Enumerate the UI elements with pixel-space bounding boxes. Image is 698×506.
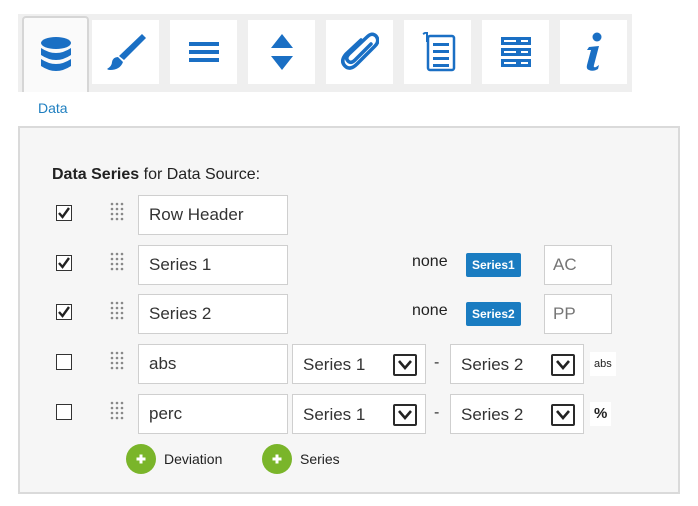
none-label: none bbox=[412, 302, 448, 319]
paperclip-icon bbox=[340, 32, 379, 70]
active-tab-label: Data bbox=[38, 100, 68, 116]
menu-lines-icon bbox=[188, 42, 219, 62]
dropdown-arrow[interactable] bbox=[551, 404, 575, 426]
series-a-select[interactable]: Series 1 bbox=[292, 394, 426, 434]
unit-label: abs bbox=[590, 352, 616, 376]
row-checkbox[interactable] bbox=[56, 205, 72, 221]
dropdown-arrow[interactable] bbox=[551, 354, 575, 376]
series-badge[interactable]: Series1 bbox=[466, 253, 521, 277]
select-value: Series 2 bbox=[461, 405, 524, 424]
plus-icon bbox=[126, 444, 156, 474]
deviation-row: Series 1 - Series 2 % bbox=[20, 394, 680, 436]
tab-sort[interactable] bbox=[248, 20, 315, 84]
checkmark-icon bbox=[58, 306, 70, 318]
brush-icon bbox=[106, 34, 146, 70]
toolbar bbox=[18, 14, 632, 92]
tab-lines[interactable] bbox=[170, 20, 237, 84]
series-name-input[interactable] bbox=[138, 344, 288, 384]
info-icon bbox=[586, 32, 601, 71]
drag-handle-icon[interactable] bbox=[110, 350, 124, 374]
tab-data[interactable] bbox=[22, 16, 89, 92]
chevron-down-icon bbox=[398, 410, 412, 420]
series-a-select[interactable]: Series 1 bbox=[292, 344, 426, 384]
tab-server[interactable] bbox=[482, 20, 549, 84]
dropdown-arrow[interactable] bbox=[393, 404, 417, 426]
deviation-row: Series 1 - Series 2 abs bbox=[20, 344, 680, 386]
panel-heading: Data Series for Data Source: bbox=[52, 166, 260, 184]
series-row: none Series2 bbox=[20, 294, 680, 336]
plus-icon bbox=[262, 444, 292, 474]
series-name-input[interactable] bbox=[138, 245, 288, 285]
tab-attachment[interactable] bbox=[326, 20, 393, 84]
series-code-input[interactable] bbox=[544, 245, 612, 285]
drag-handle-icon[interactable] bbox=[110, 251, 124, 275]
none-label: none bbox=[412, 253, 448, 270]
series-b-select[interactable]: Series 2 bbox=[450, 344, 584, 384]
select-value: Series 1 bbox=[303, 355, 366, 374]
series-name-input[interactable] bbox=[138, 394, 288, 434]
minus-sign: - bbox=[434, 404, 440, 421]
series-row bbox=[20, 195, 680, 237]
tab-list[interactable] bbox=[404, 20, 471, 84]
chevron-down-icon bbox=[556, 410, 570, 420]
series-row: none Series1 bbox=[20, 245, 680, 287]
add-deviation-button[interactable]: Deviation bbox=[126, 444, 222, 474]
server-icon bbox=[500, 37, 531, 67]
drag-handle-icon[interactable] bbox=[110, 300, 124, 324]
add-deviation-label: Deviation bbox=[164, 451, 223, 467]
heading-bold: Data Series bbox=[52, 166, 140, 183]
series-b-select[interactable]: Series 2 bbox=[450, 394, 584, 434]
select-value: Series 2 bbox=[461, 355, 524, 374]
numbered-list-icon bbox=[422, 32, 455, 72]
row-checkbox[interactable] bbox=[56, 255, 72, 271]
dropdown-arrow[interactable] bbox=[393, 354, 417, 376]
series-code-input[interactable] bbox=[544, 294, 612, 334]
sort-arrows-icon bbox=[270, 34, 293, 70]
minus-sign: - bbox=[434, 354, 440, 371]
data-series-panel: Data Series for Data Source: none Series… bbox=[18, 126, 680, 494]
chevron-down-icon bbox=[398, 360, 412, 370]
checkmark-icon bbox=[58, 207, 70, 219]
series-name-input[interactable] bbox=[138, 294, 288, 334]
add-series-button[interactable]: Series bbox=[262, 444, 340, 474]
heading-rest: for Data Source: bbox=[139, 166, 261, 183]
row-checkbox[interactable] bbox=[56, 354, 72, 370]
series-name-input[interactable] bbox=[138, 195, 288, 235]
row-checkbox[interactable] bbox=[56, 404, 72, 420]
checkmark-icon bbox=[58, 257, 70, 269]
tab-style[interactable] bbox=[92, 20, 159, 84]
drag-handle-icon[interactable] bbox=[110, 201, 124, 225]
add-series-label: Series bbox=[300, 451, 340, 467]
tab-info[interactable] bbox=[560, 20, 627, 84]
chevron-down-icon bbox=[556, 360, 570, 370]
database-icon bbox=[40, 37, 71, 71]
select-value: Series 1 bbox=[303, 405, 366, 424]
row-checkbox[interactable] bbox=[56, 304, 72, 320]
drag-handle-icon[interactable] bbox=[110, 400, 124, 424]
series-badge[interactable]: Series2 bbox=[466, 302, 521, 326]
unit-label: % bbox=[590, 402, 612, 426]
